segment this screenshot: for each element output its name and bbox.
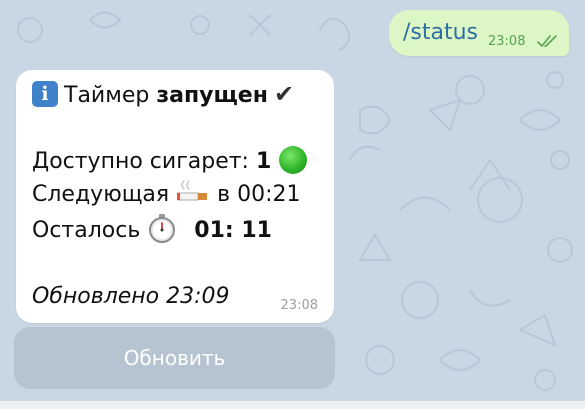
- timer-status: запущен: [156, 83, 268, 108]
- next-time: в 00:21: [217, 182, 301, 207]
- remaining-time: 01: 11: [194, 218, 272, 243]
- stopwatch-icon: [149, 214, 176, 243]
- check-mark-icon: ✔: [273, 80, 295, 108]
- command-text[interactable]: /status: [403, 20, 478, 45]
- updated-at-line: Обновлено 23:09: [32, 284, 230, 309]
- available-label: Доступно сигарет:: [32, 149, 256, 174]
- input-bar-edge: [0, 401, 585, 409]
- incoming-message-bubble[interactable]: i Таймер запущен ✔ Доступно сигарет: 1 Сле…: [16, 70, 334, 323]
- available-count: 1: [255, 149, 272, 174]
- cigarette-icon: [177, 180, 208, 201]
- next-label: Следующая: [32, 182, 170, 207]
- remaining-label: Осталось: [32, 218, 141, 243]
- message-time: 23:08: [488, 34, 526, 49]
- refresh-button[interactable]: Обновить: [14, 327, 335, 389]
- message-time: 23:08: [280, 298, 318, 313]
- timer-status-line: i Таймер запущен ✔: [32, 80, 294, 109]
- info-icon: i: [32, 81, 58, 107]
- remaining-time-line: Осталось 01: 11: [32, 214, 272, 246]
- outgoing-message-bubble[interactable]: /status 23:08: [389, 10, 569, 56]
- timer-label: Таймер: [64, 83, 157, 108]
- next-cigarette-line: Следующая в 00:21: [32, 180, 301, 208]
- double-check-icon: [537, 35, 557, 47]
- green-circle-icon: [279, 146, 308, 174]
- available-cigarettes-line: Доступно сигарет: 1: [32, 146, 308, 176]
